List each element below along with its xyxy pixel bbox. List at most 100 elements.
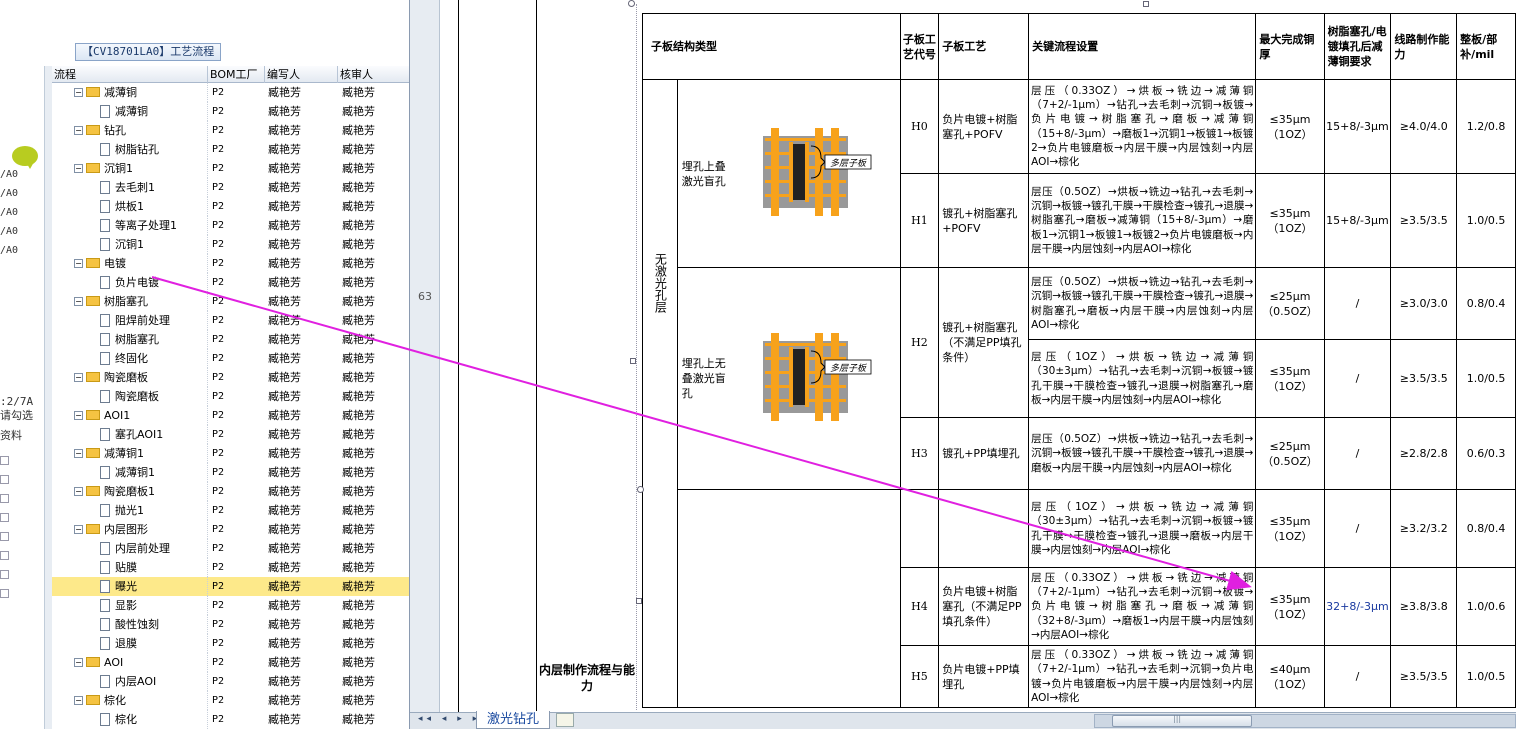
tree-row[interactable]: 贴膜 P2 臧艳芳 臧艳芳	[52, 558, 409, 577]
tree-row[interactable]: − 内层图形 P2 臧艳芳 臧艳芳	[52, 520, 409, 539]
step-name: 陶瓷磨板1	[104, 485, 155, 498]
collapse-toggle-icon[interactable]: −	[74, 296, 83, 306]
tree-row[interactable]: 酸性蚀刻 P2 臧艳芳 臧艳芳	[52, 615, 409, 634]
tree-row[interactable]: 曝光 P2 臧艳芳 臧艳芳	[52, 577, 409, 596]
vertical-splitter[interactable]	[44, 66, 52, 729]
tree-row[interactable]: 塞孔AOI1 P2 臧艳芳 臧艳芳	[52, 425, 409, 444]
resize-handle[interactable]	[637, 486, 644, 493]
reviewer-name: 臧艳芳	[342, 314, 375, 327]
checkbox[interactable]	[0, 475, 9, 484]
sheet-tab-laser-drill[interactable]: 激光钻孔	[476, 711, 551, 729]
step-name: 减薄铜1	[104, 447, 144, 460]
tree-row[interactable]: 负片电镀 P2 臧艳芳 臧艳芳	[52, 273, 409, 292]
step-name: 减薄铜1	[115, 466, 155, 479]
tree-row[interactable]: − 陶瓷磨板1 P2 臧艳芳 臧艳芳	[52, 482, 409, 501]
tree-row[interactable]: − AOI1 P2 臧艳芳 臧艳芳	[52, 406, 409, 425]
writer-name: 臧艳芳	[268, 162, 301, 175]
scroll-thumb[interactable]	[1112, 714, 1252, 727]
bom-factory: P2	[212, 581, 225, 592]
writer-name: 臧艳芳	[268, 333, 301, 346]
tree-cell: − 电镀	[52, 254, 208, 273]
tree-row[interactable]: 棕化 P2 臧艳芳 臧艳芳	[52, 710, 409, 729]
col-header-flow[interactable]: 流程	[52, 66, 208, 83]
checkbox[interactable]	[0, 456, 9, 465]
tree-row[interactable]: − 沉铜1 P2 臧艳芳 臧艳芳	[52, 159, 409, 178]
cell-flow[interactable]: 层压（0.33OZ）→烘板→铣边→减薄铜（7+2/-1μm）→钻孔→去毛刺→沉铜…	[1028, 79, 1257, 174]
cell-comp: 0.6/0.3	[1456, 417, 1516, 490]
collapse-toggle-icon[interactable]: −	[74, 524, 83, 534]
tree-row[interactable]: 显影 P2 臧艳芳 臧艳芳	[52, 596, 409, 615]
tree-row[interactable]: 树脂钻孔 P2 臧艳芳 臧艳芳	[52, 140, 409, 159]
cell-flow[interactable]: 层压（1OZ）→烘板→铣边→减薄铜（30±3μm）→钻孔→去毛刺→沉铜→板镀→镀…	[1028, 339, 1257, 418]
col-header-reviewer[interactable]: 核审人	[338, 66, 409, 83]
checkbox[interactable]	[0, 513, 9, 522]
flow-title-tab[interactable]: 【CV18701LA0】工艺流程	[75, 43, 222, 61]
col-header-writer[interactable]: 编写人	[265, 66, 338, 83]
tree-row[interactable]: − 减薄铜 P2 臧艳芳 臧艳芳	[52, 83, 409, 102]
checkbox[interactable]	[0, 570, 9, 579]
tree-row[interactable]: 沉铜1 P2 臧艳芳 臧艳芳	[52, 235, 409, 254]
cell-flow[interactable]: 层压（0.33OZ）→烘板→铣边→减薄铜（7+2/-1μm）→钻孔→去毛刺→沉铜…	[1028, 567, 1257, 646]
collapse-toggle-icon[interactable]: −	[74, 486, 83, 496]
collapse-toggle-icon[interactable]: −	[74, 410, 83, 420]
cell-process: 负片电镀+树脂塞孔+POFV	[938, 79, 1030, 174]
tree-row[interactable]: 去毛刺1 P2 臧艳芳 臧艳芳	[52, 178, 409, 197]
tree-row[interactable]: 烘板1 P2 臧艳芳 臧艳芳	[52, 197, 409, 216]
writer-name: 臧艳芳	[268, 295, 301, 308]
col-header-bom[interactable]: BOM工厂	[208, 66, 265, 83]
tree-cell: 棕化	[52, 710, 208, 729]
tree-row[interactable]: − 钻孔 P2 臧艳芳 臧艳芳	[52, 121, 409, 140]
collapse-toggle-icon[interactable]: −	[74, 258, 83, 268]
tree-row[interactable]: − 电镀 P2 臧艳芳 臧艳芳	[52, 254, 409, 273]
resize-handle[interactable]	[628, 0, 635, 7]
resize-handle[interactable]	[1143, 1, 1149, 7]
bom-factory: P2	[212, 239, 225, 250]
tree-row[interactable]: 终固化 P2 臧艳芳 臧艳芳	[52, 349, 409, 368]
cell-flow[interactable]: 层压（0.5OZ）→烘板→铣边→钻孔→去毛刺→沉铜→板镀→镀孔干膜→干膜检查→镀…	[1028, 267, 1257, 340]
tree-row[interactable]: − 减薄铜1 P2 臧艳芳 臧艳芳	[52, 444, 409, 463]
collapse-toggle-icon[interactable]: −	[74, 163, 83, 173]
document-icon	[100, 465, 110, 479]
tree-cell: 贴膜	[52, 558, 208, 577]
tree-row[interactable]: 退膜 P2 臧艳芳 臧艳芳	[52, 634, 409, 653]
checkbox[interactable]	[0, 532, 9, 541]
tree-row[interactable]: − 树脂塞孔 P2 臧艳芳 臧艳芳	[52, 292, 409, 311]
tree-row[interactable]: 陶瓷磨板 P2 臧艳芳 臧艳芳	[52, 387, 409, 406]
tree-row[interactable]: 等离子处理1 P2 臧艳芳 臧艳芳	[52, 216, 409, 235]
checkbox[interactable]	[0, 589, 9, 598]
process-flow-window: 【CV18701LA0】工艺流程 /A0/A0/A0/A0/A0:2/7A 请勾选…	[0, 0, 410, 729]
cell-flow[interactable]: 层压（0.5OZ）→烘板→铣边→钻孔→去毛刺→沉铜→板镀→镀孔干膜→干膜检查→镀…	[1028, 173, 1257, 268]
tree-row[interactable]: − 棕化 P2 臧艳芳 臧艳芳	[52, 691, 409, 710]
collapse-toggle-icon[interactable]: −	[74, 657, 83, 667]
tree-row[interactable]: 抛光1 P2 臧艳芳 臧艳芳	[52, 501, 409, 520]
collapse-toggle-icon[interactable]: −	[74, 695, 83, 705]
tree-row[interactable]: 减薄铜1 P2 臧艳芳 臧艳芳	[52, 463, 409, 482]
checkbox[interactable]	[0, 551, 9, 560]
tree-row[interactable]: 内层前处理 P2 臧艳芳 臧艳芳	[52, 539, 409, 558]
tree-row[interactable]: 内层AOI P2 臧艳芳 臧艳芳	[52, 672, 409, 691]
bom-factory: P2	[212, 296, 225, 307]
chat-bubble-icon[interactable]	[12, 146, 38, 169]
writer-name: 臧艳芳	[268, 219, 301, 232]
cell-flow[interactable]: 层压（0.33OZ）→烘板→铣边→减薄铜（7+2/-1μm）→钻孔→去毛刺→沉铜…	[1028, 645, 1257, 708]
collapse-toggle-icon[interactable]: −	[74, 372, 83, 382]
resize-handle[interactable]	[630, 358, 636, 364]
checkbox[interactable]	[0, 494, 9, 503]
writer-name: 臧艳芳	[268, 466, 301, 479]
cell-flow[interactable]: 层压（0.5OZ）→烘板→铣边→钻孔→去毛刺→沉铜→板镀→镀孔干膜→干膜检查→镀…	[1028, 417, 1257, 490]
collapse-toggle-icon[interactable]: −	[74, 448, 83, 458]
bom-factory: P2	[212, 562, 225, 573]
cell-flow[interactable]: 层压（1OZ）→烘板→铣边→减薄铜（30±3μm）→钻孔→去毛刺→沉铜→板镀→镀…	[1028, 489, 1257, 568]
tree-row[interactable]: 减薄铜 P2 臧艳芳 臧艳芳	[52, 102, 409, 121]
resize-handle[interactable]	[636, 598, 642, 604]
writer-name: 臧艳芳	[268, 694, 301, 707]
tree-row[interactable]: − AOI P2 臧艳芳 臧艳芳	[52, 653, 409, 672]
row-number[interactable]: 63	[412, 290, 438, 303]
collapse-toggle-icon[interactable]: −	[74, 125, 83, 135]
collapse-toggle-icon[interactable]: −	[74, 87, 83, 97]
tree-row[interactable]: 树脂塞孔 P2 臧艳芳 臧艳芳	[52, 330, 409, 349]
tree-row[interactable]: − 陶瓷磨板 P2 臧艳芳 臧艳芳	[52, 368, 409, 387]
folder-icon	[86, 87, 100, 97]
new-sheet-icon[interactable]	[556, 713, 574, 727]
tree-row[interactable]: 阻焊前处理 P2 臧艳芳 臧艳芳	[52, 311, 409, 330]
